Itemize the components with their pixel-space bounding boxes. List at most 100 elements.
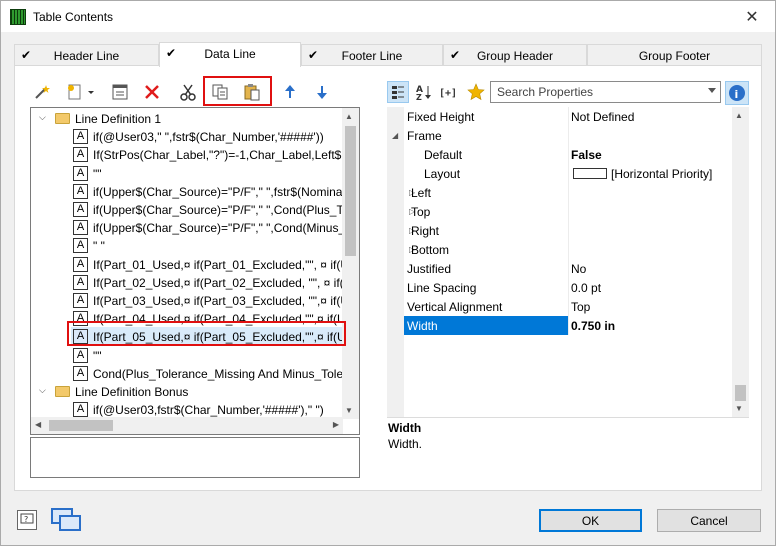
search-properties-input[interactable]: Search Properties xyxy=(490,81,721,103)
property-row[interactable]: Default False xyxy=(387,145,732,164)
property-expander-icon[interactable]: ◢ xyxy=(392,131,398,140)
property-row[interactable]: Vertical Alignment Top xyxy=(387,297,732,316)
property-grid[interactable]: Fixed Height Not Defined ◢ Frame Default Fals… xyxy=(387,107,749,417)
property-row[interactable]: ▷ Left xyxy=(387,183,732,202)
tree-item[interactable]: A If(StrPos(Char_Label,"?")=-1,Char_Label… xyxy=(31,145,354,164)
property-row[interactable]: ◢ Frame xyxy=(387,126,732,145)
property-grid-scrollbar[interactable]: ▲ ▼ xyxy=(732,107,749,417)
tree-item[interactable]: A "" xyxy=(31,346,343,365)
tab-group-header[interactable]: ✔ Group Header xyxy=(443,44,587,66)
title-bar: Table Contents ✕ xyxy=(1,1,775,32)
tab-footer-line[interactable]: ✔ Footer Line xyxy=(301,44,443,66)
property-value[interactable]: 0.0 pt xyxy=(571,281,601,295)
tree-item-label: " " xyxy=(93,239,105,254)
tab-header-line[interactable]: ✔ Header Line xyxy=(14,44,159,66)
property-key: Line Spacing xyxy=(407,281,477,295)
property-value[interactable]: False xyxy=(571,148,602,162)
text-field-icon: A xyxy=(73,347,88,363)
tree-item[interactable]: A If(Part_03_Used,¤ if(Part_03_Excluded, … xyxy=(31,291,349,310)
line-definition-tree[interactable]: ⌵ Line Definition 1 Aif(@User03," ",fstr$(… xyxy=(30,107,360,435)
property-key: Left xyxy=(411,186,432,200)
property-key: Top xyxy=(411,205,431,219)
cancel-button[interactable]: Cancel xyxy=(657,509,761,532)
column-divider xyxy=(568,259,569,278)
property-row[interactable]: ▷ Top xyxy=(387,202,732,221)
property-value[interactable]: 0.750 in xyxy=(571,319,615,333)
text-field-icon: A xyxy=(73,147,88,163)
delete-icon[interactable] xyxy=(141,81,163,103)
tab-group-footer[interactable]: Group Footer xyxy=(587,44,762,66)
scroll-down-arrow-icon[interactable]: ▼ xyxy=(345,406,353,415)
property-row[interactable]: ▷ Right xyxy=(387,221,732,240)
text-field-icon: A xyxy=(73,183,88,199)
tree-hscroll-thumb[interactable] xyxy=(49,420,113,431)
tree-item[interactable]: Aif(Upper$(Char_Source)="P/F"," ",Cond(M… xyxy=(31,218,345,237)
svg-text:i: i xyxy=(735,88,739,101)
tree-item-label: If(StrPos(Char_Label,"?")=-1,Char_Label,… xyxy=(93,148,354,163)
property-key: Justified xyxy=(407,262,452,276)
tree-folder-node[interactable]: ⌵ Line Definition 1 xyxy=(31,109,343,128)
property-row[interactable]: Line Spacing 0.0 pt xyxy=(387,278,732,297)
close-button[interactable]: ✕ xyxy=(729,1,775,32)
text-field-icon: A xyxy=(73,202,88,217)
property-scroll-thumb[interactable] xyxy=(735,385,746,401)
tree-item[interactable]: A If(Part_02_Used,¤ if(Part_02_Excluded, … xyxy=(31,273,352,292)
tree-item[interactable]: A If(Part_01_Used,¤ if(Part_01_Excluded,"… xyxy=(31,255,356,274)
tree-item[interactable]: A " " xyxy=(31,236,343,255)
move-up-icon[interactable] xyxy=(279,81,301,103)
tree-item[interactable]: Aif(Upper$(Char_Source)="P/F"," ",fstr$(… xyxy=(31,182,343,201)
help-icon[interactable]: ? xyxy=(17,510,37,530)
scroll-up-arrow-icon[interactable]: ▲ xyxy=(345,112,353,121)
info-icon[interactable]: i xyxy=(725,81,749,105)
property-value[interactable]: [Horizontal Priority] xyxy=(611,167,712,181)
tree-horizontal-scrollbar[interactable]: ◀ ▶ xyxy=(31,417,343,434)
tree-item-label: if(Upper$(Char_Source)="P/F"," ",Cond(Pl… xyxy=(93,203,350,217)
tree-folder-label: Line Definition Bonus xyxy=(75,385,189,399)
new-item-icon[interactable] xyxy=(63,81,97,103)
column-divider xyxy=(568,126,569,145)
scroll-down-arrow-icon[interactable]: ▼ xyxy=(735,404,743,413)
property-row[interactable]: Width 0.750 in xyxy=(387,316,732,335)
scroll-right-arrow-icon[interactable]: ▶ xyxy=(333,420,339,429)
wand-icon[interactable] xyxy=(31,81,53,103)
ok-button[interactable]: OK xyxy=(539,509,642,532)
tree-item[interactable]: A Cond(Plus_Tolerance_Missing And Minus_T… xyxy=(31,364,347,383)
svg-text:Z: Z xyxy=(416,93,422,101)
copy-icon[interactable] xyxy=(209,81,231,103)
tree-item-label: if(Upper$(Char_Source)="P/F"," ",fstr$(N… xyxy=(93,184,343,199)
property-value[interactable]: No xyxy=(571,262,586,276)
cut-icon[interactable] xyxy=(177,81,199,103)
property-row[interactable]: Fixed Height Not Defined xyxy=(387,107,732,126)
tree-folder-label: Line Definition 1 xyxy=(75,112,162,126)
expand-chevron-icon[interactable]: ⌵ xyxy=(39,385,46,396)
scroll-left-arrow-icon[interactable]: ◀ xyxy=(35,420,41,429)
categorized-view-icon[interactable] xyxy=(387,81,409,103)
expand-chevron-icon[interactable]: ⌵ xyxy=(39,112,46,123)
tree-vscroll-thumb[interactable] xyxy=(345,126,356,256)
tree-item[interactable]: Aif(Upper$(Char_Source)="P/F"," ",Cond(P… xyxy=(31,200,349,219)
tree-item[interactable]: A "" xyxy=(31,164,343,183)
tab-data-line[interactable]: ✔ Data Line xyxy=(159,42,301,67)
paste-icon[interactable] xyxy=(241,81,263,103)
window-title: Table Contents xyxy=(33,10,114,24)
scroll-up-arrow-icon[interactable]: ▲ xyxy=(735,111,743,120)
tree-item[interactable]: Aif(@User03," ",fstr$(Char_Number,'#####… xyxy=(31,127,343,146)
property-value[interactable]: Not Defined xyxy=(571,110,634,124)
windows-icon[interactable] xyxy=(49,506,83,534)
tree-vertical-scrollbar[interactable]: ▲ ▼ xyxy=(342,108,359,419)
property-row[interactable]: ▷ Bottom xyxy=(387,240,732,259)
sort-alphabetical-icon[interactable]: AZ xyxy=(413,81,435,103)
properties-icon[interactable] xyxy=(109,81,131,103)
expand-all-icon[interactable]: [+] xyxy=(437,81,463,103)
tree-folder-node[interactable]: ⌵ Line Definition Bonus xyxy=(31,382,343,401)
expression-preview-box xyxy=(30,437,360,478)
property-row[interactable]: Justified No xyxy=(387,259,732,278)
tree-item-label: Cond(Plus_Tolerance_Missing And Minus_To… xyxy=(93,366,348,381)
search-dropdown-icon[interactable] xyxy=(707,85,717,97)
move-down-icon[interactable] xyxy=(311,81,333,103)
property-value[interactable]: Top xyxy=(571,300,590,314)
property-key: Bottom xyxy=(411,243,450,257)
favorites-star-icon[interactable] xyxy=(465,81,487,103)
folder-icon xyxy=(55,113,70,124)
property-row[interactable]: Layout [Horizontal Priority] xyxy=(387,164,732,183)
